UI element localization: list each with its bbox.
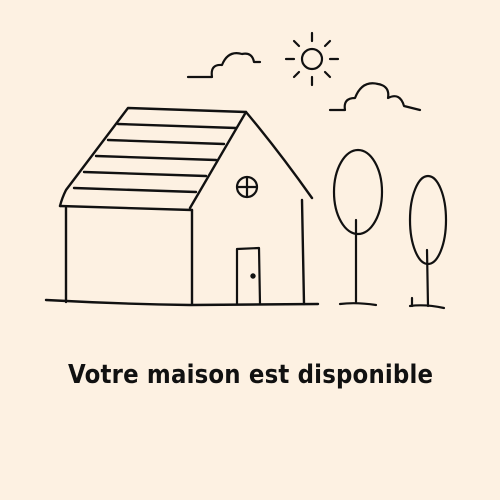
tree-icon	[408, 174, 448, 310]
house-body	[44, 106, 320, 307]
round-window-icon	[235, 175, 259, 199]
page-title: Votre maison est disponible	[68, 360, 434, 390]
house-illustration	[44, 31, 448, 310]
sun-icon	[284, 31, 340, 87]
cloud-icon	[328, 82, 422, 112]
poster-canvas: Votre maison est disponible	[0, 0, 500, 500]
cloud-icon	[186, 52, 262, 79]
tree-icon	[332, 148, 384, 307]
door-icon	[235, 246, 262, 306]
